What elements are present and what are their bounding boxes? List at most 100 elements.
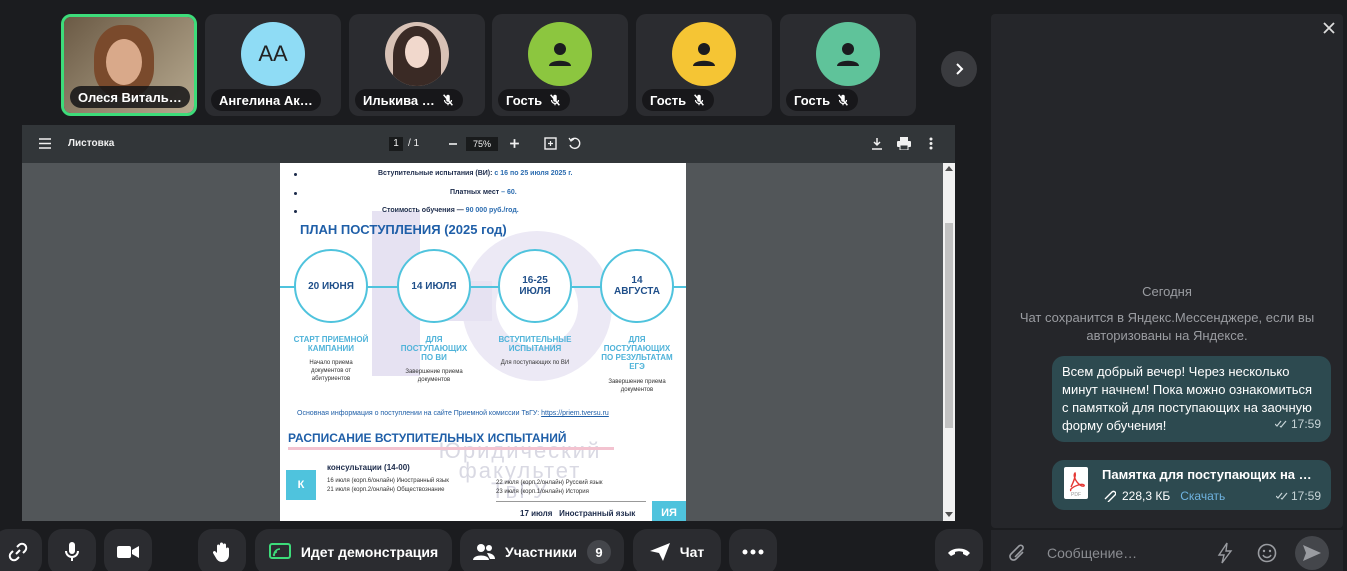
fit-page-icon[interactable] (544, 137, 557, 150)
file-size: 228,3 КБ (1122, 489, 1171, 503)
priem-link[interactable]: https://priem.tversu.ru (541, 410, 609, 417)
send-arrow-icon (1303, 545, 1321, 561)
chat-panel: Сегодня Чат сохранится в Яндекс.Мессендж… (991, 14, 1343, 528)
screen-share-button[interactable]: Идет демонстрация (255, 529, 452, 571)
video-call-window: Олеся Виталь… АА Ангелина Ак… Илькива … … (0, 0, 1347, 571)
scroll-down-icon[interactable] (945, 512, 953, 518)
chat-message[interactable]: Всем добрый вечер! Через несколько минут… (1052, 356, 1331, 442)
consult-marker: К (286, 470, 316, 500)
bullet-exams: Вступительные испытания (ВИ): с 16 по 25… (378, 170, 573, 177)
timeline-circle-1: 20 ИЮНЯ (294, 249, 368, 323)
chat-notice: Чат сохранится в Яндекс.Мессенджере, есл… (1019, 310, 1315, 343)
timeline-caption-3: ВСТУПИТЕЛЬНЫЕ ИСПЫТАНИЯ (498, 335, 572, 353)
menu-icon[interactable] (39, 138, 51, 149)
participant-tile-6[interactable]: Гость (780, 14, 916, 116)
mic-off-icon (550, 94, 561, 106)
scroll-up-icon[interactable] (945, 165, 953, 171)
next-participants-button[interactable] (941, 51, 977, 87)
participant-tile-4[interactable]: Гость (492, 14, 628, 116)
print-icon[interactable] (897, 137, 911, 150)
hang-up-button[interactable] (935, 529, 983, 571)
microphone-icon (65, 542, 79, 561)
scrollbar-thumb[interactable] (945, 223, 953, 428)
chat-file-message[interactable]: PDF Памятка для поступающих на … 228,3 К… (1052, 460, 1331, 510)
participant-name: Илькива … (355, 89, 463, 111)
timeline-caption-2: ДЛЯ ПОСТУПАЮЩИХ ПО ВИ (400, 335, 468, 362)
schedule-title: РАСПИСАНИЕ ВСТУПИТЕЛЬНЫХ ИСПЫТАНИЙ (288, 431, 567, 445)
consult-row: 23 июля (корп.1/онлайн) История (496, 489, 589, 495)
camera-button[interactable] (104, 529, 152, 571)
bullet-places: Платных мест – 60. (450, 189, 517, 196)
participants-count-badge: 9 (586, 540, 611, 564)
link-icon (8, 542, 28, 562)
participants-button[interactable]: Участники 9 (460, 529, 624, 571)
send-button[interactable] (1295, 536, 1329, 570)
more-horizontal-icon (742, 549, 764, 555)
participant-tile-3[interactable]: Илькива … (349, 14, 485, 116)
timeline-sub-1: Начало приема документов от абитуриентов (309, 360, 353, 382)
zoom-level[interactable]: 75% (466, 137, 498, 151)
chat-label: Чат (679, 544, 705, 560)
page-number-input[interactable]: 1 (389, 137, 403, 151)
person-icon (837, 43, 859, 66)
exam-tag: ИЯ (652, 501, 686, 521)
guest-avatar (816, 22, 880, 86)
pdf-file-icon: PDF (1064, 467, 1088, 499)
bullet-cost: Стоимость обучения — 90 000 руб./год. (382, 207, 519, 214)
chat-day-label: Сегодня (1142, 284, 1192, 299)
emoji-icon[interactable] (1257, 543, 1277, 563)
download-icon[interactable] (871, 137, 883, 150)
zoom-in-icon[interactable] (509, 138, 520, 149)
copy-link-button[interactable] (0, 529, 42, 571)
shared-pdf-viewer: Листовка 1 / 1 75% Юридический факультет… (22, 125, 955, 521)
timeline-sub-3: Для поступающих по ВИ (500, 360, 570, 366)
microphone-button[interactable] (48, 529, 96, 571)
paperclip-icon[interactable] (1009, 543, 1027, 563)
consult-title: консультации (14-00) (327, 463, 410, 472)
chat-button[interactable]: Чат (633, 529, 721, 571)
double-check-icon (1274, 420, 1287, 428)
lightning-icon[interactable] (1217, 542, 1233, 564)
participant-name: Гость (786, 89, 859, 111)
timeline-sub-2: Завершение приема документов (405, 369, 463, 383)
person-icon (549, 43, 571, 66)
svg-text:PDF: PDF (1071, 492, 1081, 498)
message-input[interactable]: Сообщение… (1047, 545, 1137, 561)
participant-name: Олеся Виталь… (70, 86, 190, 108)
camera-icon (117, 546, 139, 558)
download-link[interactable]: Скачать (1180, 487, 1225, 505)
file-name: Памятка для поступающих на … (1102, 467, 1312, 482)
participant-tile-1[interactable]: Олеся Виталь… (61, 14, 197, 116)
zoom-out-icon[interactable] (448, 139, 458, 149)
send-icon (649, 543, 670, 561)
more-options-button[interactable] (729, 529, 777, 571)
participant-tile-5[interactable]: Гость (636, 14, 772, 116)
close-icon[interactable] (1323, 22, 1335, 34)
pdf-page: Юридический факультет ТвГУ Вступительные… (280, 163, 686, 521)
raise-hand-button[interactable] (198, 529, 246, 571)
more-vertical-icon[interactable] (929, 137, 933, 150)
info-line: Основная информация о поступлении на сай… (297, 410, 609, 417)
hang-up-icon (948, 548, 970, 556)
hand-icon (212, 542, 229, 562)
timeline-caption-4: ДЛЯ ПОСТУПАЮЩИХ ПО РЕЗУЛЬТАТАМ ЕГЭ (601, 335, 673, 371)
double-check-icon (1275, 492, 1288, 500)
screen-share-icon (268, 543, 291, 559)
consult-row: 22 июля (корп.2/онлайн) Русский язык (496, 480, 603, 486)
participant-name: Гость (498, 89, 571, 111)
consult-row: 16 июля (корп.6/онлайн) Иностранный язык (327, 478, 449, 484)
message-status: 17:59 (1274, 415, 1321, 433)
avatar: АА (241, 22, 305, 86)
pdf-title: Листовка (68, 138, 115, 149)
pdf-scrollbar[interactable] (943, 163, 955, 521)
participant-tile-2[interactable]: АА Ангелина Ак… (205, 14, 341, 116)
avatar-photo (385, 22, 449, 86)
person-icon (693, 43, 715, 66)
exam-line: 17 июля Иностранный язык (520, 509, 636, 518)
rotate-icon[interactable] (568, 137, 581, 150)
guest-avatar (528, 22, 592, 86)
people-icon (473, 544, 496, 560)
mic-off-icon (442, 94, 453, 106)
timeline-circle-4: 14 АВГУСТА (600, 249, 674, 323)
attachment-icon (1104, 490, 1116, 502)
